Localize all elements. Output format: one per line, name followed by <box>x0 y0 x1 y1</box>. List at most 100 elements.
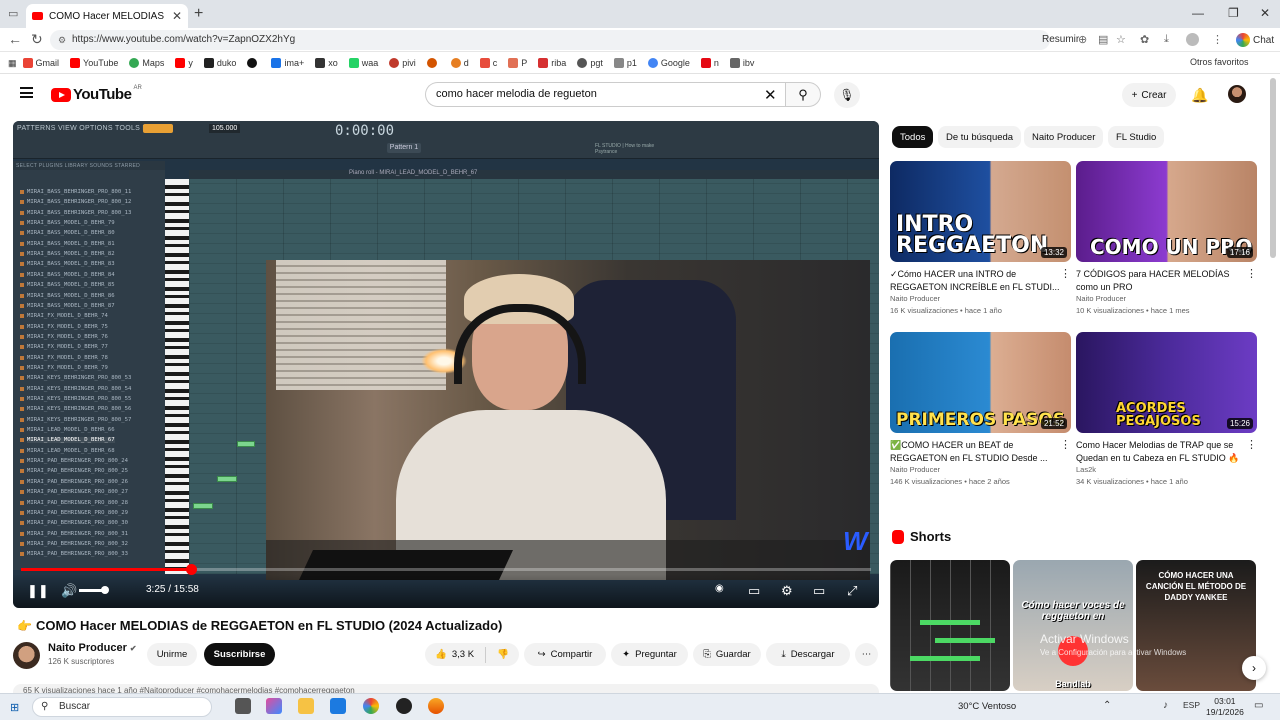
progress-scrubber[interactable] <box>186 564 197 575</box>
bookmark-ima[interactable]: ima+ <box>271 58 304 68</box>
browser-tab[interactable]: COMO Hacer MELODIAS de RE ✕ <box>26 4 188 28</box>
profile-avatar[interactable] <box>1186 33 1199 46</box>
tray-icon[interactable]: ♪ <box>1163 700 1168 711</box>
video-title[interactable]: 7 CÓDIGOS para HACER MELODÍAS como un PR… <box>1076 268 1257 293</box>
restore-icon[interactable]: ❐ <box>1228 6 1239 20</box>
short-video[interactable]: CÓMO HACER UNA CANCIÓN EL MÉTODO DE DADD… <box>1136 560 1256 691</box>
bookmark-pivi[interactable]: pivi <box>389 58 416 68</box>
bookmark-duko[interactable]: duko <box>203 58 236 68</box>
bookmark-10[interactable] <box>426 58 440 68</box>
bookmark-y[interactable]: y <box>175 58 193 68</box>
recommended-video[interactable]: ACORDES PEGAJOSOS 15:26 Como Hacer Melod… <box>1076 332 1257 488</box>
notifications-icon[interactable]: ▭ <box>1254 700 1263 711</box>
bookmark-d[interactable]: d <box>450 58 469 68</box>
video-thumbnail[interactable]: ACORDES PEGAJOSOS 15:26 <box>1076 332 1257 433</box>
chat-button[interactable]: Chat <box>1236 30 1274 50</box>
bookmark-c[interactable]: c <box>479 58 497 68</box>
video-channel[interactable]: Las2k <box>1076 464 1257 476</box>
create-button[interactable]: + Crear <box>1122 83 1176 107</box>
resumir-button[interactable]: Resumir <box>1042 34 1079 45</box>
extensions-icon[interactable]: ✿ <box>1140 33 1149 46</box>
theater-mode-icon[interactable]: ▭ <box>813 583 825 599</box>
minimize-icon[interactable]: — <box>1192 6 1204 20</box>
dislike-icon[interactable]: 👎 <box>497 649 509 660</box>
copilot-icon[interactable] <box>266 698 282 714</box>
menu-icon[interactable]: ⋮ <box>1212 33 1223 46</box>
page-scrollbar[interactable] <box>1270 78 1276 258</box>
chip-from-search[interactable]: De tu búsqueda <box>938 126 1022 148</box>
chip-fl-studio[interactable]: FL Studio <box>1108 126 1165 148</box>
site-info-icon[interactable]: ⚙ <box>58 30 66 50</box>
shorts-next-button[interactable]: › <box>1242 656 1266 680</box>
weather[interactable]: 30°C Ventoso <box>958 701 1016 712</box>
downloads-icon[interactable]: ⤓ <box>1164 33 1169 46</box>
tab-actions-icon[interactable]: ▭ <box>8 7 18 20</box>
video-title[interactable]: ✅COMO HACER un BEAT de REGGAETON en FL S… <box>890 439 1071 464</box>
download-button[interactable]: ⤓ Descargar <box>766 643 850 666</box>
file-explorer-icon[interactable] <box>298 698 314 714</box>
close-window-icon[interactable]: ✕ <box>1260 6 1270 20</box>
new-tab-icon[interactable]: + <box>194 5 203 23</box>
translate-icon[interactable]: ⊕ <box>1078 33 1087 46</box>
fl-studio-icon[interactable] <box>428 698 444 714</box>
bookmark-pgt[interactable]: pgt <box>577 58 603 68</box>
windows-start-icon[interactable]: ⊞ <box>10 701 19 714</box>
bookmark-p1[interactable]: p1 <box>613 58 637 68</box>
settings-gear-icon[interactable]: ⚙ <box>781 583 793 599</box>
video-title[interactable]: Como Hacer Melodias de TRAP que se Queda… <box>1076 439 1257 464</box>
ask-button[interactable]: ✦ Preguntar <box>611 643 688 666</box>
chip-naito-producer[interactable]: Naito Producer <box>1024 126 1104 148</box>
fullscreen-icon[interactable]: ⤢ <box>847 583 857 599</box>
bookmark-maps[interactable]: Maps <box>129 58 164 68</box>
tray-icon[interactable]: ⌃ <box>1103 700 1111 711</box>
notifications-bell-icon[interactable]: 🔔 <box>1191 87 1208 104</box>
bookmark-p[interactable]: P <box>508 58 527 68</box>
more-actions-button[interactable]: ⋯ <box>855 643 878 666</box>
subscribe-button[interactable]: Suscribirse <box>204 643 275 666</box>
clear-search-icon[interactable]: ✕ <box>764 86 777 104</box>
bookmark-riba[interactable]: riba <box>538 58 566 68</box>
volume-icon[interactable]: 🔊 <box>61 583 77 599</box>
voice-search-button[interactable]: 🎙 <box>834 82 860 108</box>
more-options-icon[interactable]: ⋮ <box>1060 267 1071 280</box>
bookmark-n[interactable]: n <box>700 58 719 68</box>
like-icon[interactable]: 👍 <box>435 649 447 660</box>
video-thumbnail[interactable]: INTRO REGGAETON 13:32 <box>890 161 1071 262</box>
channel-watermark[interactable]: W <box>843 526 868 557</box>
video-channel[interactable]: Naito Producer <box>1076 293 1257 305</box>
bookmark-star-icon[interactable]: ☆ <box>1116 33 1126 46</box>
video-thumbnail[interactable]: PRIMEROS PASOS 21:52 <box>890 332 1071 433</box>
app-icon[interactable] <box>396 698 412 714</box>
volume-slider[interactable] <box>79 586 109 594</box>
taskbar-search[interactable]: ⚲ Buscar <box>32 697 212 717</box>
language-indicator[interactable]: ESP <box>1183 700 1200 710</box>
apps-icon[interactable]: ▦ <box>8 58 17 69</box>
chrome-icon[interactable] <box>363 698 379 714</box>
search-button[interactable]: ⚲ <box>785 82 821 107</box>
like-count[interactable]: 3,3 K <box>452 649 474 660</box>
address-bar[interactable]: ⚙ https://www.youtube.com/watch?v=ZapnOZ… <box>50 30 1050 50</box>
video-player[interactable]: PATTERNS VIEW OPTIONS TOOLS HELP 105.000… <box>13 121 879 608</box>
reload-icon[interactable]: ↻ <box>31 31 43 48</box>
channel-name-row[interactable]: Naito Producer ✔ <box>48 642 137 654</box>
bookmark-waa[interactable]: waa <box>348 58 378 68</box>
recommended-video[interactable]: PRIMEROS PASOS 21:52 ✅COMO HACER un BEAT… <box>890 332 1071 488</box>
pause-icon[interactable]: ❚❚ <box>27 583 49 599</box>
bookmark-5[interactable] <box>247 58 260 68</box>
search-input[interactable]: como hacer melodia de regueton <box>425 82 785 107</box>
store-icon[interactable] <box>330 698 346 714</box>
channel-name[interactable]: Naito Producer <box>48 642 127 654</box>
autoplay-toggle-icon[interactable]: ◉ <box>715 583 724 594</box>
join-button[interactable]: Unirme <box>147 643 197 666</box>
reader-icon[interactable]: ▤ <box>1098 33 1108 46</box>
system-clock[interactable]: 03:01 19/1/2026 <box>1206 696 1244 718</box>
chip-all[interactable]: Todos <box>892 126 934 148</box>
more-options-icon[interactable]: ⋮ <box>1246 438 1257 451</box>
share-button[interactable]: ↪ Compartir <box>524 643 606 666</box>
save-button[interactable]: ⎘ Guardar <box>693 643 761 666</box>
more-options-icon[interactable]: ⋮ <box>1246 267 1257 280</box>
close-tab-icon[interactable]: ✕ <box>172 9 182 23</box>
video-thumbnail[interactable]: COMO UN PRO 17:16 <box>1076 161 1257 262</box>
bookmark-google[interactable]: Google <box>647 58 690 68</box>
back-icon[interactable]: ← <box>8 31 22 47</box>
